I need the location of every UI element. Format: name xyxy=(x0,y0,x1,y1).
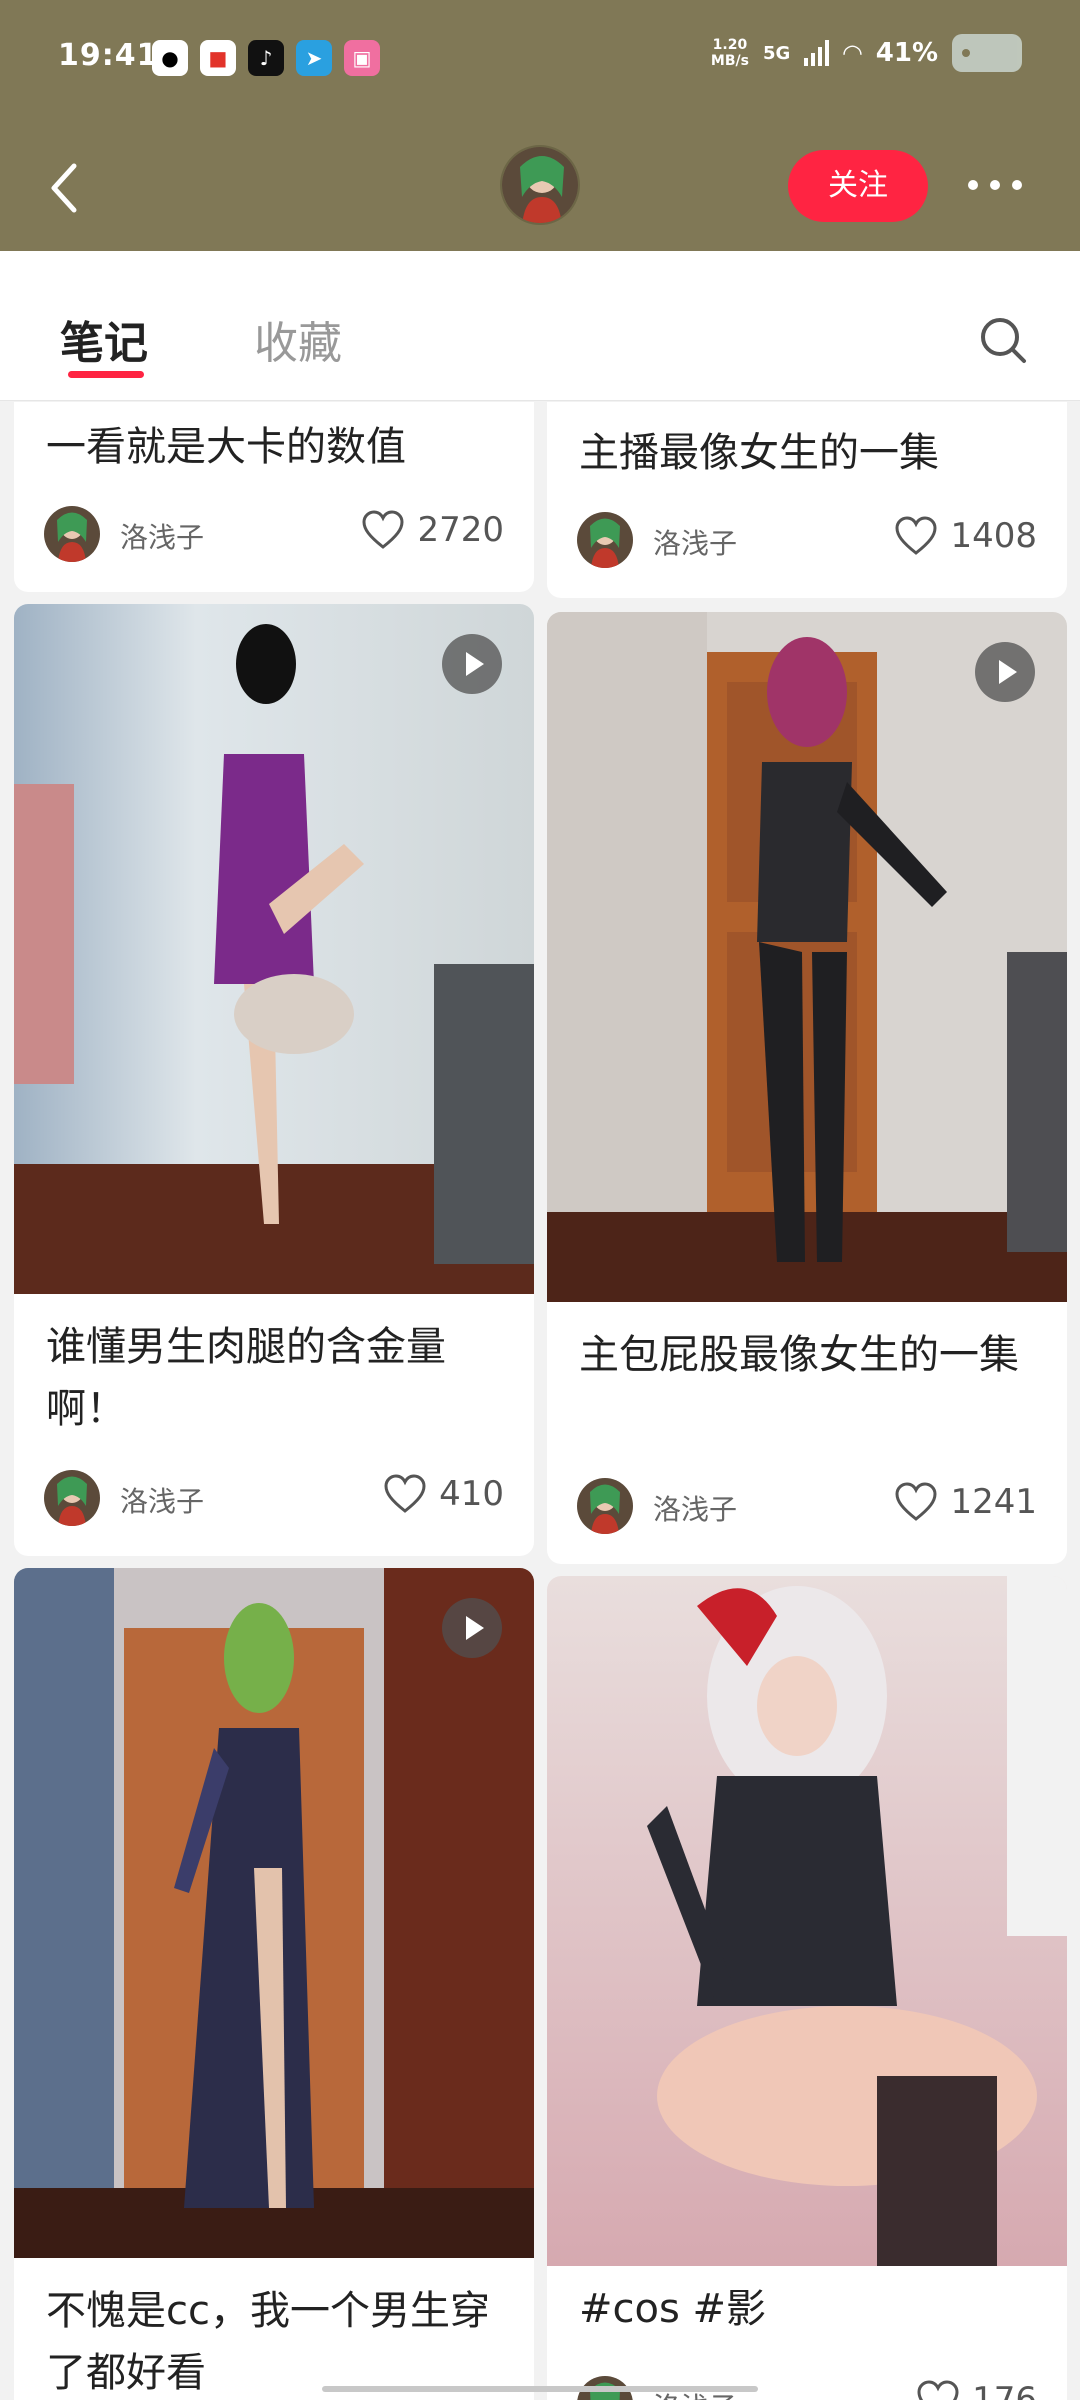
avatar[interactable] xyxy=(577,1478,633,1534)
qq-icon: ● xyxy=(152,40,188,76)
heart-icon xyxy=(894,516,938,556)
tab-notes[interactable]: 笔记 xyxy=(60,307,148,371)
like-count-value: 2720 xyxy=(417,510,504,550)
author-name[interactable]: 洛浅子 xyxy=(120,1480,204,1520)
status-indicators: 1.20 MB/s 5G ◠ 41% xyxy=(711,34,1022,72)
nav-bar: 关注 xyxy=(0,130,1080,240)
tab-collections[interactable]: 收藏 xyxy=(254,307,342,371)
video-play-icon xyxy=(442,1598,502,1658)
heart-icon xyxy=(383,1474,427,1514)
avatar[interactable] xyxy=(44,506,100,562)
back-button[interactable] xyxy=(40,158,90,218)
note-title: 不愧是cc，我一个男生穿了都好看 xyxy=(46,2288,490,2396)
note-card[interactable]: 不愧是cc，我一个男生穿了都好看 xyxy=(14,1568,534,2400)
like-count-value: 1241 xyxy=(950,1482,1037,1522)
like-count-value: 1408 xyxy=(950,516,1037,556)
battery-percent: 41% xyxy=(875,38,938,68)
note-title: 主播最像女生的一集 xyxy=(579,430,939,476)
note-meta: 洛浅子 1408 xyxy=(577,512,1037,568)
status-bar: 19:41 ● ■ ♪ ➤ ▣ 1.20 MB/s 5G ◠ 41% xyxy=(0,0,1080,110)
tiktok-icon: ♪ xyxy=(248,40,284,76)
active-tab-indicator xyxy=(68,371,144,378)
like-count[interactable]: 1408 xyxy=(894,516,1037,556)
note-cover-image[interactable] xyxy=(14,604,534,1294)
notes-feed: 一看就是大卡的数值 洛浅子 2720 主播最像女生的一集 洛浅子 1408 谁懂… xyxy=(0,402,1080,2400)
avatar[interactable] xyxy=(44,1470,100,1526)
note-card[interactable]: 主播最像女生的一集 洛浅子 1408 xyxy=(547,402,1067,598)
back-arrow-icon xyxy=(51,163,77,213)
network-type: 5G xyxy=(762,42,791,64)
signal-icon xyxy=(804,40,830,66)
video-play-icon xyxy=(442,634,502,694)
more-options-icon[interactable] xyxy=(968,170,1032,200)
note-cover-image[interactable] xyxy=(14,1568,534,2258)
like-count-value: 410 xyxy=(439,1474,504,1514)
network-speed-unit: MB/s xyxy=(710,53,749,69)
like-count[interactable]: 1241 xyxy=(894,1482,1037,1522)
like-count[interactable]: 410 xyxy=(383,1474,504,1514)
content-tabs: 笔记 收藏 xyxy=(0,251,1080,401)
telegram-icon: ➤ xyxy=(296,40,332,76)
network-speed: 1.20 MB/s xyxy=(711,37,749,69)
note-title: 一看就是大卡的数值 xyxy=(46,424,406,470)
author-name[interactable]: 洛浅子 xyxy=(653,1488,737,1528)
author-name[interactable]: 洛浅子 xyxy=(120,516,204,556)
like-count[interactable]: 176 xyxy=(916,2380,1037,2400)
like-count[interactable]: 2720 xyxy=(361,510,504,550)
note-cover-image[interactable] xyxy=(547,1576,1067,2266)
note-card[interactable]: 主包屁股最像女生的一集 洛浅子 1241 xyxy=(547,612,1067,1564)
profile-header: 19:41 ● ■ ♪ ➤ ▣ 1.20 MB/s 5G ◠ 41% 关注 xyxy=(0,0,1080,251)
note-title: #cos #影 xyxy=(579,2286,767,2332)
like-count-value: 176 xyxy=(972,2380,1037,2400)
notification-app-icons: ● ■ ♪ ➤ ▣ xyxy=(152,40,380,76)
home-indicator[interactable] xyxy=(322,2386,758,2392)
battery-icon xyxy=(952,34,1022,72)
wifi-icon: ◠ xyxy=(843,39,862,67)
note-cover-image[interactable] xyxy=(547,612,1067,1302)
note-title: 谁懂男生肉腿的含金量啊！ xyxy=(46,1324,446,1432)
search-icon[interactable] xyxy=(976,313,1032,369)
note-meta: 洛浅子 410 xyxy=(44,1470,504,1526)
note-meta: 洛浅子 2720 xyxy=(44,506,504,562)
network-speed-value: 1.20 xyxy=(712,37,748,53)
status-time: 19:41 xyxy=(58,38,159,73)
avatar[interactable] xyxy=(577,512,633,568)
note-card[interactable]: #cos #影 洛浅子 176 xyxy=(547,1576,1067,2400)
profile-avatar[interactable] xyxy=(500,145,580,225)
note-title: 主包屁股最像女生的一集 xyxy=(579,1332,1019,1378)
video-play-icon xyxy=(975,642,1035,702)
heart-icon xyxy=(894,1482,938,1522)
note-meta: 洛浅子 1241 xyxy=(577,1478,1037,1534)
heart-icon xyxy=(916,2380,960,2400)
note-card[interactable]: 谁懂男生肉腿的含金量啊！ 洛浅子 410 xyxy=(14,604,534,1556)
note-card[interactable]: 一看就是大卡的数值 洛浅子 2720 xyxy=(14,402,534,592)
author-name[interactable]: 洛浅子 xyxy=(653,522,737,562)
xiaohongshu-icon: ■ xyxy=(200,40,236,76)
bilibili-icon: ▣ xyxy=(344,40,380,76)
heart-icon xyxy=(361,510,405,550)
follow-button[interactable]: 关注 xyxy=(788,150,928,222)
